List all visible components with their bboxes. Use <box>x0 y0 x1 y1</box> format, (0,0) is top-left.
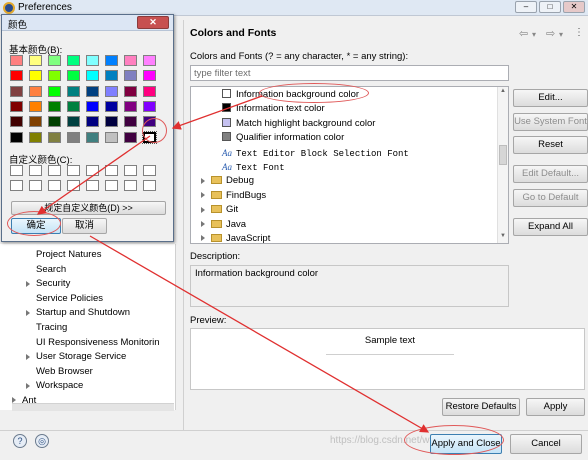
arrow-to-white-swatch <box>171 95 263 130</box>
annotation-arrows <box>36 95 430 433</box>
arrow-to-ok <box>36 135 151 215</box>
arrow-to-apply-close <box>89 235 430 433</box>
